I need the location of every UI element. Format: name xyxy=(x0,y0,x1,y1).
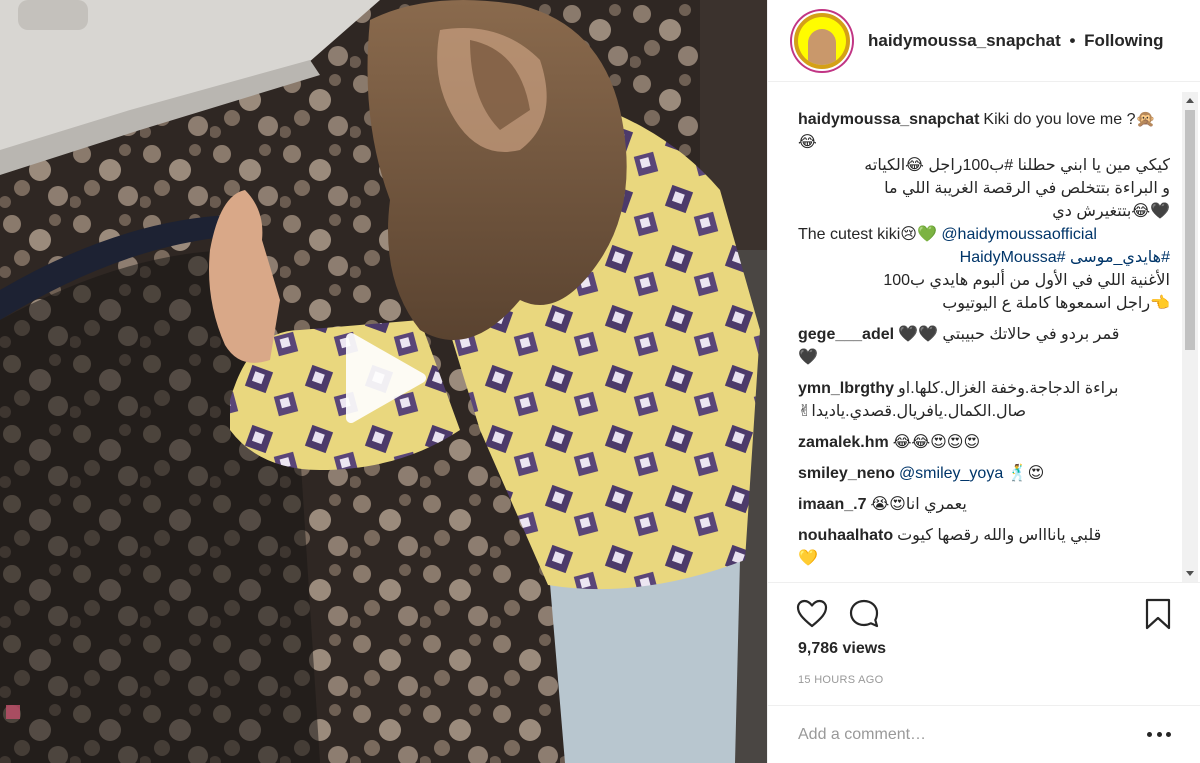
comment-text: 🖤 xyxy=(798,349,818,366)
video-player[interactable] xyxy=(0,0,767,763)
scrollbar-thumb[interactable] xyxy=(1185,110,1195,350)
comment-username-link[interactable]: nouhaalhato xyxy=(798,527,893,544)
separator-dot: • xyxy=(1069,30,1076,50)
comments-scrollbar[interactable] xyxy=(1182,92,1198,582)
comment-bubble-icon[interactable] xyxy=(847,597,881,631)
action-bar xyxy=(768,582,1200,632)
comment-text: 😭😍يعمري انا xyxy=(870,496,967,513)
caption-line: و البراءة بتتخلص في الرقصة الغريبة اللي … xyxy=(884,180,1170,197)
add-comment-input[interactable] xyxy=(798,725,1147,744)
caption-line: 👈راجل اسمعوها كاملة ع اليوتيوب xyxy=(942,295,1170,312)
bookmark-icon[interactable] xyxy=(1141,597,1175,631)
post-caption: haidymoussa_snapchat Kiki do you love me … xyxy=(798,108,1170,315)
mention-link[interactable]: @smiley_yoya xyxy=(899,465,1003,482)
comment-text: براءة الدجاجة.وخفة الغزال.كلها.او xyxy=(898,380,1119,397)
caption-username-link[interactable]: haidymoussa_snapchat xyxy=(798,111,979,128)
caption-line: The cutest kiki😢💚 xyxy=(798,226,942,243)
caption-line: 🖤😂بتتغيرش دي xyxy=(1052,203,1170,220)
comments-list: haidymoussa_snapchat Kiki do you love me … xyxy=(798,108,1170,578)
comment-text: قلبي ياناااس والله رقصها كيوت xyxy=(897,527,1102,544)
play-icon[interactable] xyxy=(333,330,428,425)
post-header: haidymoussa_snapchat • Following xyxy=(768,0,1200,82)
heart-icon[interactable] xyxy=(795,597,829,631)
more-options-icon[interactable] xyxy=(1147,731,1171,738)
comment-item: imaan_.7 😭😍يعمري انا xyxy=(798,493,1170,516)
post-side-panel: haidymoussa_snapchat • Following haidymo… xyxy=(767,0,1200,763)
views-count[interactable]: 9,786 views xyxy=(798,640,886,658)
comment-username-link[interactable]: imaan_.7 xyxy=(798,496,866,513)
header-username-link[interactable]: haidymoussa_snapchat xyxy=(868,31,1061,50)
comment-text: 🕺😍 xyxy=(1003,465,1045,482)
hashtag-links[interactable]: #هايدي_موسى #HaidyMoussa xyxy=(798,246,1170,269)
avatar[interactable] xyxy=(792,10,852,71)
caption-line: الأغنية اللي في الأول من ألبوم هايدي ب10… xyxy=(883,272,1170,289)
comment-username-link[interactable]: zamalek.hm xyxy=(798,434,889,451)
scroll-down-arrow-icon[interactable] xyxy=(1186,571,1194,576)
comment-text: 🖤🖤 قمر بردو في حالاتك حبيبتي xyxy=(898,326,1120,343)
comment-username-link[interactable]: ymn_lbrgthy xyxy=(798,380,894,397)
comment-text: 😂😂😍😍😍 xyxy=(892,434,981,451)
comment-username-link[interactable]: smiley_neno xyxy=(798,465,895,482)
scroll-up-arrow-icon[interactable] xyxy=(1186,98,1194,103)
following-button[interactable]: Following xyxy=(1084,31,1163,50)
comment-item: zamalek.hm 😂😂😍😍😍 xyxy=(798,431,1170,454)
comment-item: nouhaalhato قلبي ياناااس والله رقصها كيوت… xyxy=(798,524,1170,570)
post-timestamp[interactable]: 15 HOURS AGO xyxy=(798,674,884,686)
comment-username-link[interactable]: gege___adel xyxy=(798,326,894,343)
comment-item: ymn_lbrgthy براءة الدجاجة.وخفة الغزال.كله… xyxy=(798,377,1170,423)
caption-line: كيكي مين يا ابني حطلنا #ب100راجل 😂الكيات… xyxy=(864,157,1170,174)
comment-item: smiley_neno @smiley_yoya 🕺😍 xyxy=(798,462,1170,485)
comment-item: gege___adel 🖤🖤 قمر بردو في حالاتك حبيبتي … xyxy=(798,323,1170,369)
comment-text: 💛 xyxy=(798,550,818,567)
mention-link[interactable]: @haidymoussaofficial xyxy=(941,226,1097,243)
header-user-info: haidymoussa_snapchat • Following xyxy=(868,31,1164,51)
comment-text: ✌صال.الكمال.يافريال.قصدي.ياديدا xyxy=(798,403,1027,420)
add-comment-section xyxy=(768,705,1200,763)
